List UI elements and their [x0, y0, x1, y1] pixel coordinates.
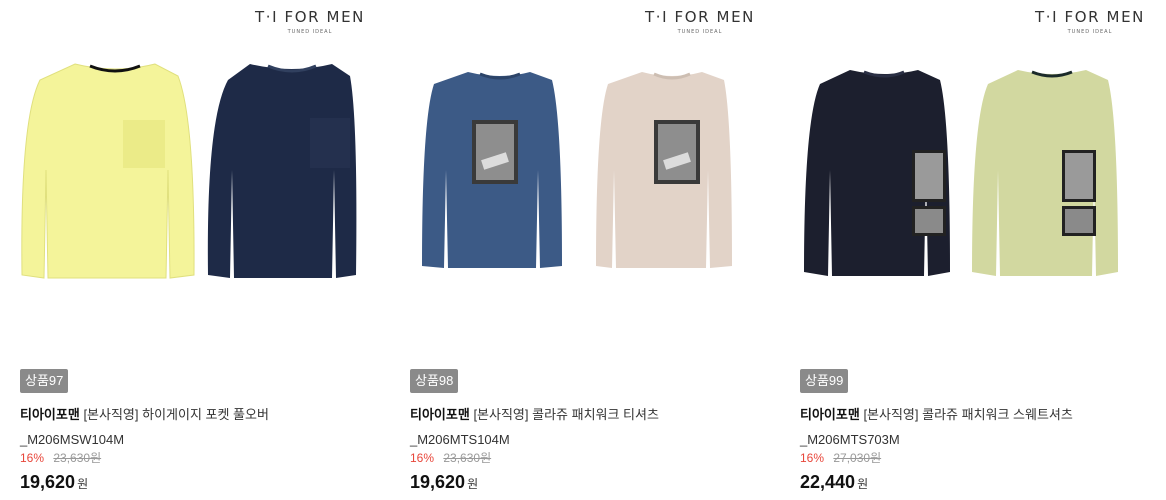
original-price: 27,030원 — [833, 451, 882, 465]
sweatshirt-pair-illustration — [804, 70, 1118, 276]
discount-row: 16% 27,030원 — [800, 450, 881, 466]
product-image[interactable]: T·I FOR MEN TUNED IDEAL — [20, 0, 383, 355]
price-value: 19,620 — [410, 472, 466, 492]
price-value: 22,440 — [800, 472, 856, 492]
price-value: 19,620 — [20, 472, 76, 492]
discount-row: 16% 23,630원 — [410, 450, 491, 466]
sale-price: 22,440 원 — [800, 470, 868, 496]
discount-rate: 16% — [410, 451, 435, 465]
product-card[interactable]: T·I FOR MEN TUNED IDEAL 상품99 티아이포맨 [본사직영… — [800, 0, 1163, 500]
shop-name: 티아이포맨 — [20, 407, 80, 422]
product-name: [본사직영] 콜라쥬 패치워크 티셔츠 — [473, 407, 659, 422]
product-image[interactable]: T·I FOR MEN TUNED IDEAL — [800, 0, 1163, 355]
product-rank-badge: 상품98 — [410, 369, 459, 393]
discount-rate: 16% — [20, 451, 45, 465]
price-currency: 원 — [857, 477, 869, 491]
sweater-pair-illustration — [21, 63, 357, 279]
product-name: [본사직영] 콜라쥬 패치워크 스웨트셔츠 — [863, 407, 1073, 422]
product-title[interactable]: 티아이포맨 [본사직영] 콜라쥬 패치워크 스웨트셔츠 _M206MTS703M — [800, 402, 1160, 452]
product-card[interactable]: T·I FOR MEN TUNED IDEAL 상품98 티아이포맨 [본사직영… — [410, 0, 773, 500]
price-currency: 원 — [77, 477, 89, 491]
product-rank-badge: 상품97 — [20, 369, 69, 393]
price-currency: 원 — [467, 477, 479, 491]
discount-rate: 16% — [800, 451, 825, 465]
product-name: [본사직영] 하이게이지 포켓 풀오버 — [83, 407, 269, 422]
sale-price: 19,620 원 — [410, 470, 478, 496]
shop-name: 티아이포맨 — [800, 407, 860, 422]
product-code: _M206MTS703M — [800, 432, 900, 447]
product-title[interactable]: 티아이포맨 [본사직영] 콜라쥬 패치워크 티셔츠 _M206MTS104M — [410, 402, 770, 452]
sale-price: 19,620 원 — [20, 470, 88, 496]
product-card[interactable]: T·I FOR MEN TUNED IDEAL 상품97 티아이포맨 [본사직영… — [20, 0, 383, 500]
original-price: 23,630원 — [443, 451, 492, 465]
original-price: 23,630원 — [53, 451, 102, 465]
product-title[interactable]: 티아이포맨 [본사직영] 하이게이지 포켓 풀오버 _M206MSW104M — [20, 402, 380, 452]
shop-name: 티아이포맨 — [410, 407, 470, 422]
product-rank-badge: 상품99 — [800, 369, 849, 393]
product-image[interactable]: T·I FOR MEN TUNED IDEAL — [410, 0, 773, 355]
product-code: _M206MSW104M — [20, 432, 125, 447]
product-code: _M206MTS104M — [410, 432, 510, 447]
discount-row: 16% 23,630원 — [20, 450, 101, 466]
tshirt-pair-illustration — [422, 72, 732, 268]
